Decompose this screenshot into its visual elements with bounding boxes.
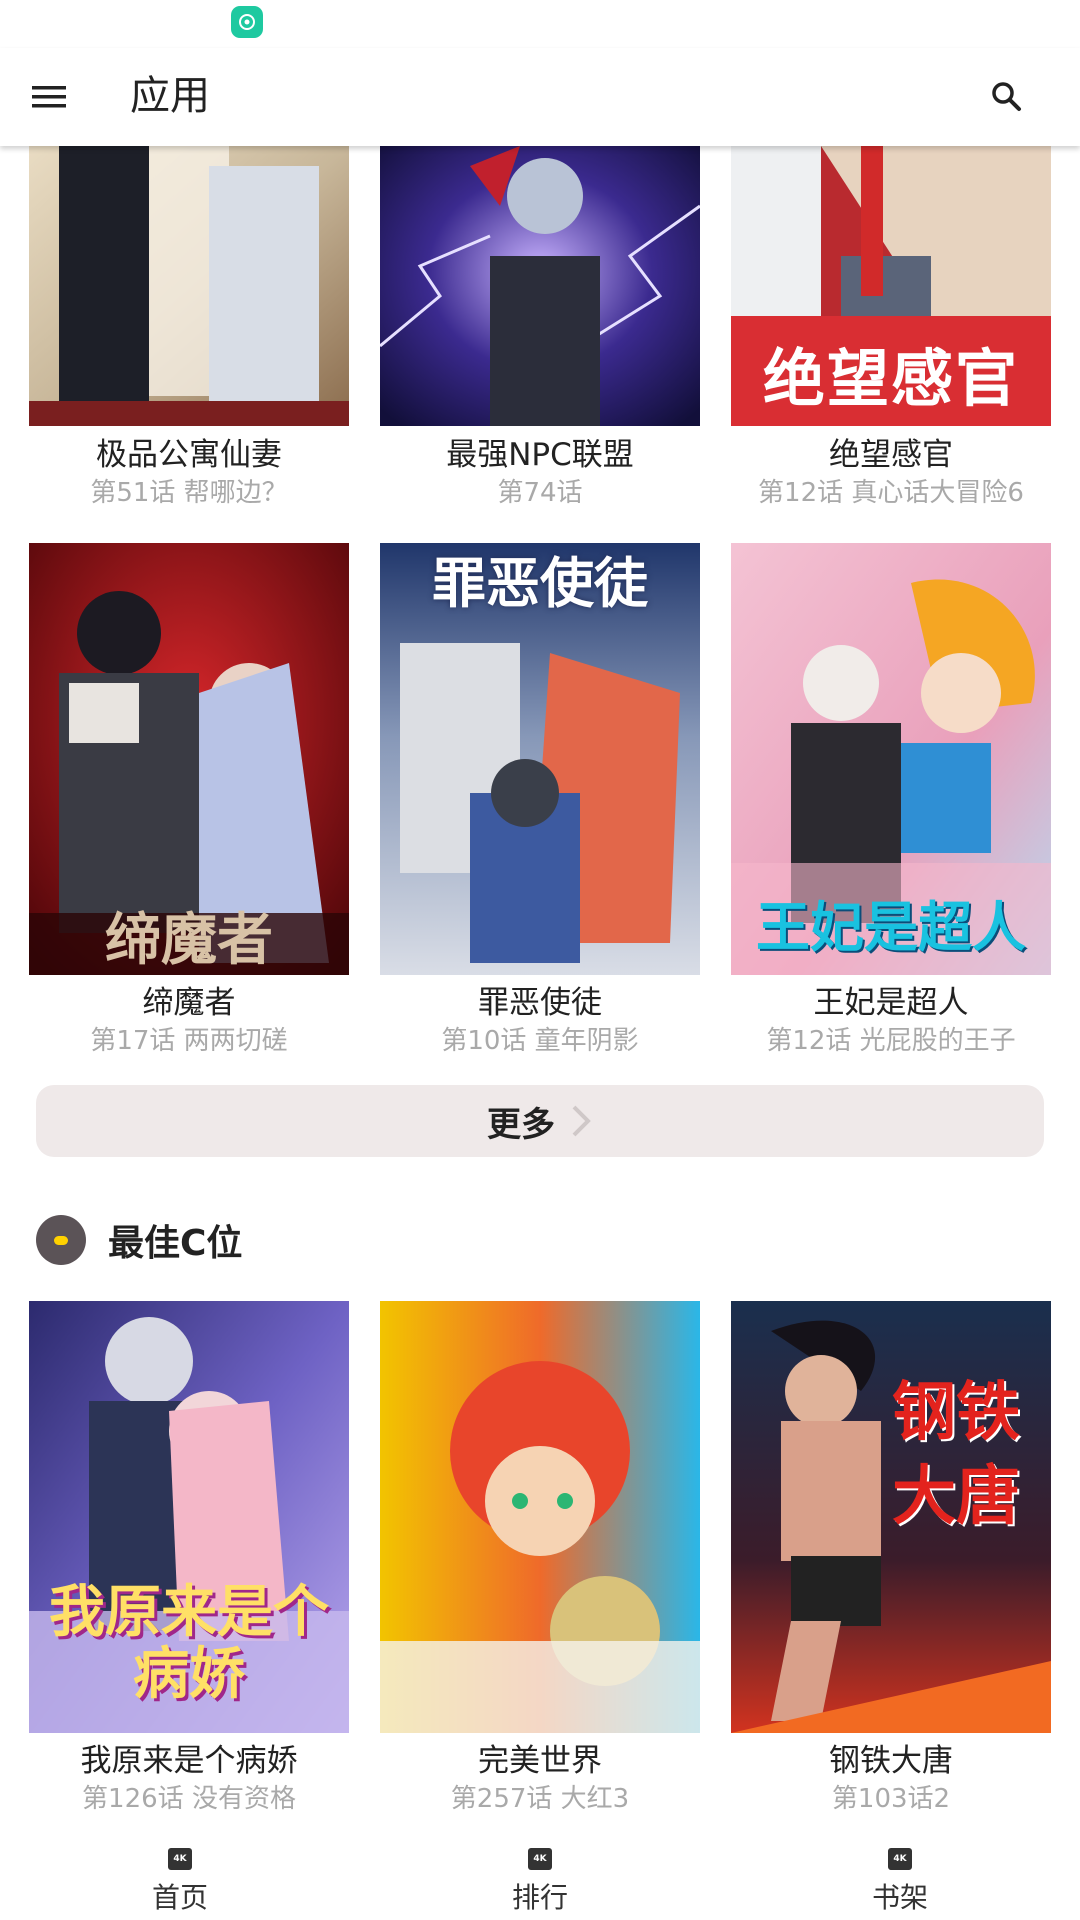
more-button[interactable]: 更多 xyxy=(36,1085,1044,1157)
chevron-right-icon xyxy=(569,1103,593,1139)
comic-title: 极品公寓仙妻 xyxy=(96,437,282,473)
comic-cover[interactable]: 钢铁大唐 xyxy=(731,1301,1051,1733)
comic-latest-chapter: 第257话 大红3 xyxy=(450,1784,630,1814)
more-button-label: 更多 xyxy=(487,1104,555,1145)
comic-title: 我原来是个病娇 xyxy=(80,1743,298,1779)
comic-cover[interactable]: 缔魔者 xyxy=(29,543,349,975)
bottom-navigation: 4K 首页 4K 排行 4K 书架 xyxy=(0,1826,1080,1920)
comic-latest-chapter: 第74话 xyxy=(497,478,583,508)
nav-label: 首页 xyxy=(151,1881,208,1914)
nav-label: 排行 xyxy=(511,1881,568,1914)
comic-title: 罪恶使徒 xyxy=(478,985,602,1021)
nav-item-bookshelf[interactable]: 4K 书架 xyxy=(800,1826,1000,1920)
cover-title-art: 王妃是超人 xyxy=(756,895,1026,959)
comic-cover[interactable] xyxy=(380,146,700,426)
menu-icon[interactable] xyxy=(32,82,68,112)
comic-latest-chapter: 第12话 真心话大冒险6 xyxy=(758,478,1024,508)
cover-title-art: 绝望感官 xyxy=(762,342,1019,415)
comic-latest-chapter: 第17话 两两切磋 xyxy=(90,1026,288,1056)
section-header: 最佳C位 xyxy=(36,1212,242,1268)
comic-title: 绝望感官 xyxy=(829,437,953,473)
app-bar: 应用 xyxy=(0,48,1080,146)
comic-title: 最强NPC联盟 xyxy=(446,437,634,473)
nav-label: 书架 xyxy=(871,1881,928,1914)
app-notification-icon xyxy=(231,6,263,38)
comic-latest-chapter: 第126话 没有资格 xyxy=(82,1784,296,1814)
content-scroll[interactable]: 极品公寓仙妻 第51话 帮哪边？ 最强NPC联盟 第74话 绝望感官 绝望感官 … xyxy=(0,146,1080,1826)
comic-cover[interactable] xyxy=(380,1301,700,1733)
section-title: 最佳C位 xyxy=(108,1223,243,1264)
comic-cover[interactable] xyxy=(29,146,349,426)
comic-latest-chapter: 第103话2 xyxy=(831,1784,951,1814)
comic-cover[interactable]: 王妃是超人 xyxy=(731,543,1051,975)
comic-title: 完美世界 xyxy=(478,1743,602,1779)
comic-latest-chapter: 第12话 光屁股的王子 xyxy=(766,1026,1016,1056)
comic-title: 王妃是超人 xyxy=(813,985,969,1021)
comic-latest-chapter: 第10话 童年阴影 xyxy=(441,1026,639,1056)
nav-item-ranking[interactable]: 4K 排行 xyxy=(440,1826,640,1920)
section-badge-icon xyxy=(36,1215,86,1265)
cover-title-art: 我原来是个病娇 xyxy=(49,1579,329,1707)
cover-title-art: 罪恶使徒 xyxy=(432,551,648,615)
cover-title-art: 钢铁大唐 xyxy=(892,1375,1020,1534)
bookshelf-icon: 4K xyxy=(888,1848,912,1870)
cover-title-art: 缔魔者 xyxy=(105,907,273,973)
search-icon[interactable] xyxy=(990,80,1024,114)
status-bar xyxy=(0,0,1080,48)
comic-cover[interactable]: 罪恶使徒 xyxy=(380,543,700,975)
ranking-icon: 4K xyxy=(528,1848,552,1870)
home-icon: 4K xyxy=(168,1848,192,1870)
comic-title: 钢铁大唐 xyxy=(829,1743,953,1779)
page-title: 应用 xyxy=(130,73,210,119)
comic-latest-chapter: 第51话 帮哪边？ xyxy=(90,478,288,508)
comic-title: 缔魔者 xyxy=(142,985,236,1021)
comic-cover[interactable]: 我原来是个病娇 xyxy=(29,1301,349,1733)
comic-cover[interactable]: 绝望感官 xyxy=(731,146,1051,426)
nav-item-home[interactable]: 4K 首页 xyxy=(80,1826,280,1920)
